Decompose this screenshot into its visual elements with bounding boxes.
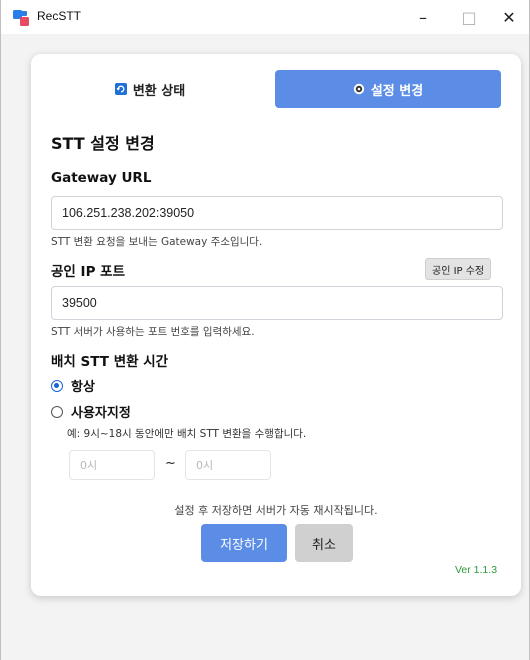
time-separator: ~ xyxy=(165,456,176,471)
app-logo-icon xyxy=(13,10,29,26)
radio-always-label: 항상 xyxy=(71,380,95,395)
port-input[interactable]: 39500 xyxy=(51,286,503,320)
gateway-url-input[interactable]: 106.251.238.202:39050 xyxy=(51,196,503,230)
window-title: RecSTT xyxy=(37,9,82,23)
gear-icon xyxy=(353,83,365,95)
tab-settings[interactable]: 설정 변경 xyxy=(275,70,501,108)
save-button[interactable]: 저장하기 xyxy=(201,524,287,562)
close-button[interactable]: ✕ xyxy=(489,0,529,34)
batch-example-text: 예: 9시~18시 동안에만 배치 STT 변환을 수행합니다. xyxy=(67,428,307,440)
radio-custom[interactable]: 사용자지정 xyxy=(51,402,131,421)
tab-label: 변환 상태 xyxy=(132,83,186,99)
restart-notice: 설정 후 저장하면 서버가 자동 재시작됩니다. xyxy=(174,504,378,517)
batch-time-label: 배치 STT 변환 시간 xyxy=(51,354,169,370)
refresh-icon xyxy=(114,83,127,95)
app-window: RecSTT – □ ✕ 변환 상태 설정 변경 STT 설정 변경 Gatew… xyxy=(0,0,530,660)
edit-public-ip-button[interactable]: 공인 IP 수정 xyxy=(425,258,492,280)
start-hour-input[interactable]: 0시 xyxy=(69,450,155,480)
maximize-button[interactable]: □ xyxy=(449,0,489,34)
radio-always[interactable]: 항상 xyxy=(51,376,95,395)
section-title: STT 설정 변경 xyxy=(51,134,155,153)
minimize-button[interactable]: – xyxy=(403,0,443,34)
end-hour-input[interactable]: 0시 xyxy=(185,450,271,480)
public-ip-port-label: 공인 IP 포트 xyxy=(51,264,125,280)
gateway-url-help: STT 변환 요청을 보내는 Gateway 주소입니다. xyxy=(51,236,263,248)
title-bar: RecSTT – □ ✕ xyxy=(1,0,529,34)
tab-conversion-status[interactable]: 변환 상태 xyxy=(37,70,263,108)
port-help: STT 서버가 사용하는 포트 번호를 입력하세요. xyxy=(51,326,255,338)
version-label: Ver 1.1.3 xyxy=(455,564,498,576)
radio-custom-label: 사용자지정 xyxy=(71,406,131,421)
tab-label: 설정 변경 xyxy=(370,83,424,99)
gateway-url-label: Gateway URL xyxy=(51,170,152,186)
settings-card: 변환 상태 설정 변경 STT 설정 변경 Gateway URL 106.25… xyxy=(31,54,521,596)
cancel-button[interactable]: 취소 xyxy=(295,524,353,562)
radio-button-unchecked[interactable] xyxy=(51,405,63,418)
radio-button-checked[interactable] xyxy=(51,379,63,392)
